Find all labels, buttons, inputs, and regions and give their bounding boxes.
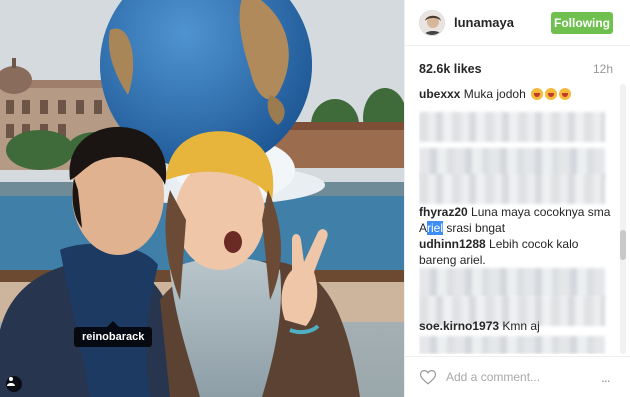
like-count[interactable]: 82.6k likes [419, 62, 482, 76]
comment: ubexxx Muka jodoh [419, 86, 617, 102]
more-options-icon[interactable]: ... [601, 368, 617, 386]
post-username[interactable]: lunamaya [454, 15, 551, 30]
scrollbar-thumb[interactable] [620, 230, 626, 260]
comment: udhinn1288 Lebih cocok kalo bareng ariel… [419, 236, 617, 268]
person-icon[interactable] [6, 376, 22, 392]
comment: fhyraz20 Luna maya cocoknya sma Ariel sr… [419, 204, 617, 236]
comment-username[interactable]: fhyraz20 [419, 205, 468, 219]
post-stats: 82.6k likes 12h [405, 51, 630, 87]
comment-list: ubexxx Muka jodoh fhyraz20 Luna maya coc… [419, 84, 617, 354]
comment-username[interactable]: ubexxx [419, 87, 460, 101]
comment: soe.kirno1973 Kmn aj [419, 318, 617, 334]
avatar[interactable] [419, 9, 445, 36]
following-button[interactable]: Following [551, 11, 613, 34]
heart-eyes-emoji-icon [559, 88, 572, 100]
blurred-comment [419, 336, 605, 354]
post-header: lunamaya Following [405, 0, 630, 46]
blurred-comment [419, 268, 605, 298]
blurred-comment [419, 174, 605, 204]
comment-text: Kmn aj [502, 319, 540, 333]
comment-text: srasi bngat [443, 221, 506, 235]
heart-icon[interactable] [419, 368, 437, 386]
comment-bar: ... [405, 356, 630, 397]
comment-username[interactable]: udhinn1288 [419, 237, 486, 251]
selected-text: riel [427, 221, 444, 235]
post-timestamp[interactable]: 12h [593, 62, 613, 76]
post-sidebar: lunamaya Following 82.6k likes 12h ubexx… [404, 0, 630, 397]
photo-scene [0, 0, 404, 397]
heart-eyes-emoji-icon [531, 88, 544, 100]
user-tag-label[interactable]: reinobarack [74, 321, 153, 347]
comment-text: Muka jodoh [463, 87, 526, 101]
comments-scrollbar[interactable] [620, 84, 626, 354]
post-photo[interactable]: reinobarack [0, 0, 404, 397]
comment-username[interactable]: soe.kirno1973 [419, 319, 499, 333]
add-comment-input[interactable] [446, 367, 601, 387]
heart-eyes-emoji-icon [545, 88, 558, 100]
blurred-comment [419, 112, 605, 142]
